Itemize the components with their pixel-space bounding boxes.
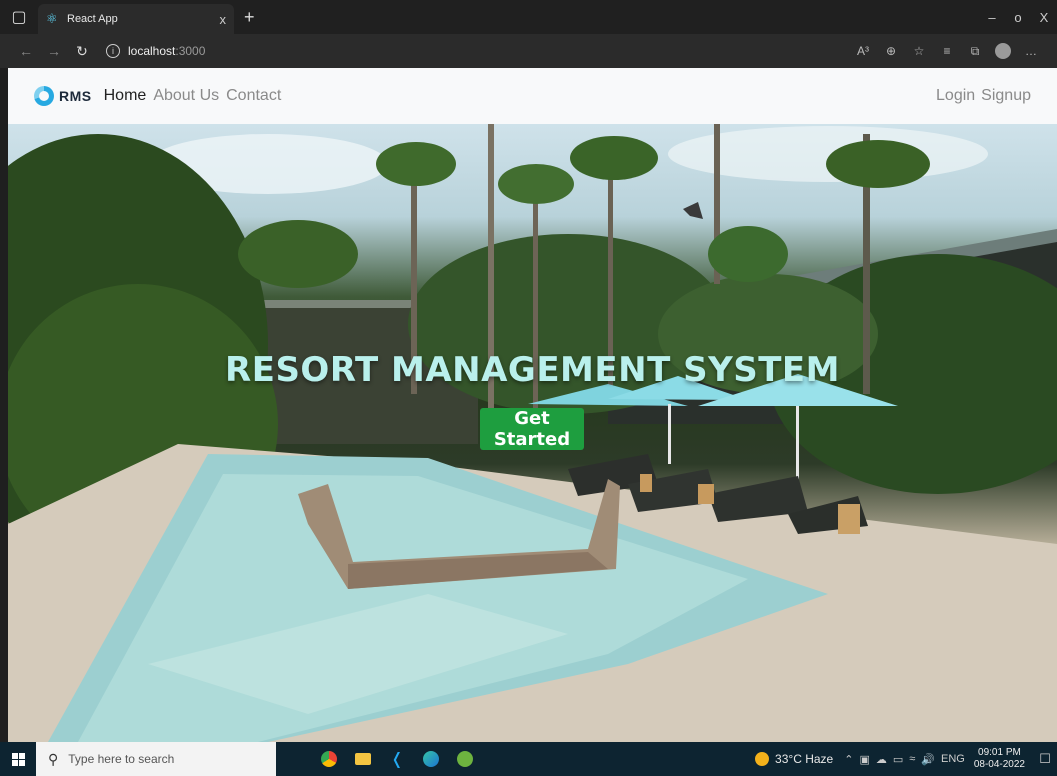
zoom-icon[interactable]: ⊕ <box>877 44 905 58</box>
auth-links: Login Signup <box>930 87 1031 105</box>
favorite-icon[interactable]: ☆ <box>905 44 933 58</box>
nav-links: Home About Us Contact <box>104 87 289 105</box>
chrome-icon[interactable] <box>312 742 346 776</box>
show-hidden-icons-icon[interactable]: ⌃ <box>844 753 853 766</box>
windows-start-icon[interactable] <box>0 742 36 776</box>
windows-taskbar: ⚲ Type here to search ❬ 33°C Haze ⌃ ▣ ☁ … <box>0 742 1057 776</box>
address-bar: ← → ↻ i localhost:3000 A³ ⊕ ☆ ≡ ⧉ … <box>0 34 1057 68</box>
refresh-icon[interactable]: ↻ <box>68 43 96 60</box>
site-navbar: RMS Home About Us Contact Login Signup <box>8 68 1057 124</box>
battery-icon[interactable]: ▣ <box>859 753 869 766</box>
search-placeholder: Type here to search <box>68 752 175 766</box>
page-viewport: RMS Home About Us Contact Login Signup R… <box>8 68 1057 742</box>
brand-text: RMS <box>59 88 92 104</box>
hero-section: RESORT MANAGEMENT SYSTEM Get Started <box>8 124 1057 742</box>
more-menu-icon[interactable]: … <box>1017 44 1045 58</box>
edge-icon[interactable] <box>414 742 448 776</box>
nav-link-contact[interactable]: Contact <box>226 87 281 105</box>
nav-link-home[interactable]: Home <box>104 87 147 105</box>
url-port: :3000 <box>175 44 206 58</box>
minimize-icon[interactable]: – <box>979 10 1005 25</box>
weather-haze-icon <box>755 752 770 766</box>
system-tray: 33°C Haze ⌃ ▣ ☁ ▭ ≈ 🔊 ENG 09:01 PM 08-04… <box>755 742 1057 776</box>
pinned-apps: ❬ <box>312 742 482 776</box>
browser-tab[interactable]: ⚛ React App x <box>38 4 234 34</box>
site-info-icon[interactable]: i <box>106 44 120 58</box>
file-explorer-icon[interactable] <box>346 742 380 776</box>
weather-text: 33°C Haze <box>775 752 834 766</box>
clock-date: 08-04-2022 <box>973 759 1025 770</box>
clock-time: 09:01 PM <box>978 747 1021 758</box>
wifi-icon[interactable]: ≈ <box>909 753 915 766</box>
close-tab-icon[interactable]: x <box>220 12 227 27</box>
collections-icon[interactable]: ⧉ <box>961 44 989 59</box>
brand-ring-icon <box>34 86 54 106</box>
tab-title: React App <box>67 13 118 25</box>
forward-icon[interactable]: → <box>40 43 68 59</box>
react-icon: ⚛ <box>46 11 58 26</box>
nav-link-signup[interactable]: Signup <box>981 87 1031 105</box>
display-icon[interactable]: ▭ <box>893 753 903 766</box>
address-bar-tools: A³ ⊕ ☆ ≡ ⧉ … <box>849 43 1045 59</box>
vscode-icon[interactable]: ❬ <box>380 742 414 776</box>
weather-widget[interactable]: 33°C Haze <box>755 752 833 766</box>
close-window-icon[interactable]: X <box>1031 10 1057 25</box>
spring-tools-icon[interactable] <box>448 742 482 776</box>
search-icon: ⚲ <box>48 750 59 767</box>
tray-icons: ⌃ ▣ ☁ ▭ ≈ 🔊 ENG <box>841 753 968 766</box>
nav-link-about-us[interactable]: About Us <box>153 87 219 105</box>
read-aloud-icon[interactable]: A³ <box>849 44 877 58</box>
brand-logo[interactable]: RMS <box>34 86 92 106</box>
get-started-button[interactable]: Get Started <box>480 408 584 450</box>
url-host: localhost <box>128 44 176 58</box>
profile-avatar-icon[interactable] <box>995 43 1011 59</box>
nav-link-login[interactable]: Login <box>936 87 975 105</box>
url-field[interactable]: i localhost:3000 <box>106 44 205 58</box>
window-controls: – o X <box>979 10 1057 25</box>
taskbar-search-input[interactable]: ⚲ Type here to search <box>36 742 276 776</box>
taskbar-clock[interactable]: 09:01 PM 08-04-2022 <box>974 747 1025 771</box>
browser-tab-strip: ▢ ⚛ React App x + – o X <box>0 0 1057 34</box>
maximize-icon[interactable]: o <box>1005 10 1031 25</box>
favorites-list-icon[interactable]: ≡ <box>933 44 961 58</box>
tab-actions-icon[interactable]: ▢ <box>6 4 32 30</box>
new-tab-icon[interactable]: + <box>244 7 255 28</box>
notification-center-icon[interactable]: ☐ <box>1033 751 1057 767</box>
back-icon[interactable]: ← <box>12 43 40 59</box>
language-indicator[interactable]: ENG <box>941 753 965 766</box>
hero-title: RESORT MANAGEMENT SYSTEM <box>225 350 840 390</box>
onedrive-cloud-icon[interactable]: ☁ <box>876 753 887 766</box>
volume-icon[interactable]: 🔊 <box>921 753 935 766</box>
